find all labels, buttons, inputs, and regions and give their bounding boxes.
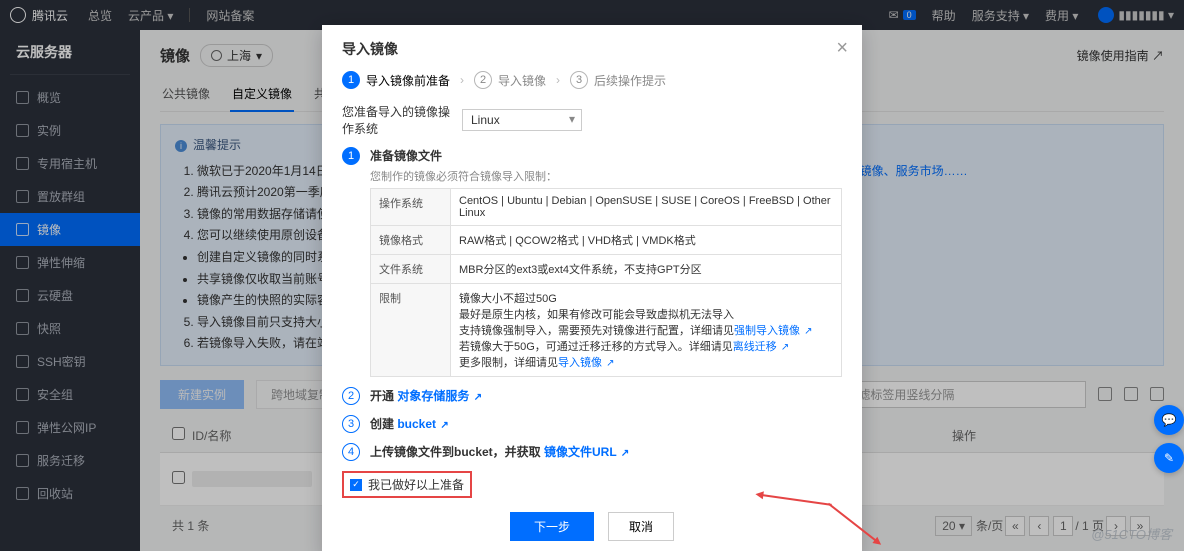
substep-3-badge: 3 bbox=[342, 415, 360, 433]
row-format: RAW格式 | QCOW2格式 | VHD格式 | VMDK格式 bbox=[451, 226, 842, 255]
substep-1-hint: 您制作的镜像必须符合镜像导入限制： bbox=[370, 168, 842, 184]
external-link-icon: ↗ bbox=[781, 342, 789, 353]
ready-label: 我已做好以上准备 bbox=[368, 476, 464, 493]
import-image-modal: 导入镜像 × 1导入镜像前准备 › 2导入镜像 › 3后续操作提示 您准备导入的… bbox=[322, 25, 862, 551]
row-os: CentOS | Ubuntu | Debian | OpenSUSE | SU… bbox=[451, 189, 842, 226]
next-button[interactable]: 下一步 bbox=[510, 512, 594, 541]
link-import-image[interactable]: 导入镜像 ↗ bbox=[558, 357, 614, 369]
chat-icon[interactable]: 💬 bbox=[1154, 405, 1184, 435]
substep-1-title: 准备镜像文件 bbox=[370, 147, 842, 164]
row-limit: 镜像大小不超过50G 最好是原生内核，如果有修改可能会导致虚拟机无法导入 支持镜… bbox=[451, 284, 842, 377]
feedback-icon[interactable]: ✎ bbox=[1154, 443, 1184, 473]
arrow-icon bbox=[762, 494, 832, 506]
chevron-right-icon: › bbox=[556, 73, 560, 87]
wizard-step-2[interactable]: 2导入镜像 bbox=[474, 71, 546, 89]
link-offline-migrate[interactable]: 离线迁移 ↗ bbox=[733, 341, 789, 353]
chevron-right-icon: › bbox=[460, 73, 464, 87]
link-force-import[interactable]: 强制导入镜像 ↗ bbox=[734, 325, 812, 337]
wizard-step-1[interactable]: 1导入镜像前准备 bbox=[342, 71, 450, 89]
wizard-stepper: 1导入镜像前准备 › 2导入镜像 › 3后续操作提示 bbox=[342, 71, 842, 89]
ready-checkbox-highlight: ✓ 我已做好以上准备 bbox=[342, 471, 472, 498]
watermark: @51CTO博客 bbox=[1091, 524, 1172, 543]
cancel-button[interactable]: 取消 bbox=[608, 512, 674, 541]
link-image-url[interactable]: 镜像文件URL ↗ bbox=[544, 445, 629, 459]
external-link-icon: ↗ bbox=[606, 358, 614, 369]
close-icon[interactable]: × bbox=[836, 37, 848, 60]
link-bucket[interactable]: bucket ↗ bbox=[397, 417, 448, 431]
external-link-icon: ↗ bbox=[804, 326, 812, 337]
os-label: 您准备导入的镜像操作系统 bbox=[342, 103, 452, 137]
external-link-icon: ↗ bbox=[440, 420, 448, 431]
wizard-step-3[interactable]: 3后续操作提示 bbox=[570, 71, 666, 89]
float-buttons: 💬 ✎ bbox=[1154, 405, 1184, 481]
row-fs: MBR分区的ext3或ext4文件系统，不支持GPT分区 bbox=[451, 255, 842, 284]
external-link-icon: ↗ bbox=[621, 448, 629, 459]
substep-2-badge: 2 bbox=[342, 387, 360, 405]
substep-1-badge: 1 bbox=[342, 147, 360, 165]
ready-checkbox[interactable]: ✓ bbox=[350, 479, 362, 491]
os-select[interactable]: Linux bbox=[462, 109, 582, 131]
modal-title: 导入镜像 bbox=[342, 39, 842, 59]
requirements-table: 操作系统CentOS | Ubuntu | Debian | OpenSUSE … bbox=[370, 188, 842, 377]
substep-4-badge: 4 bbox=[342, 443, 360, 461]
link-cos[interactable]: 对象存储服务 ↗ bbox=[397, 389, 482, 403]
external-link-icon: ↗ bbox=[474, 392, 482, 403]
